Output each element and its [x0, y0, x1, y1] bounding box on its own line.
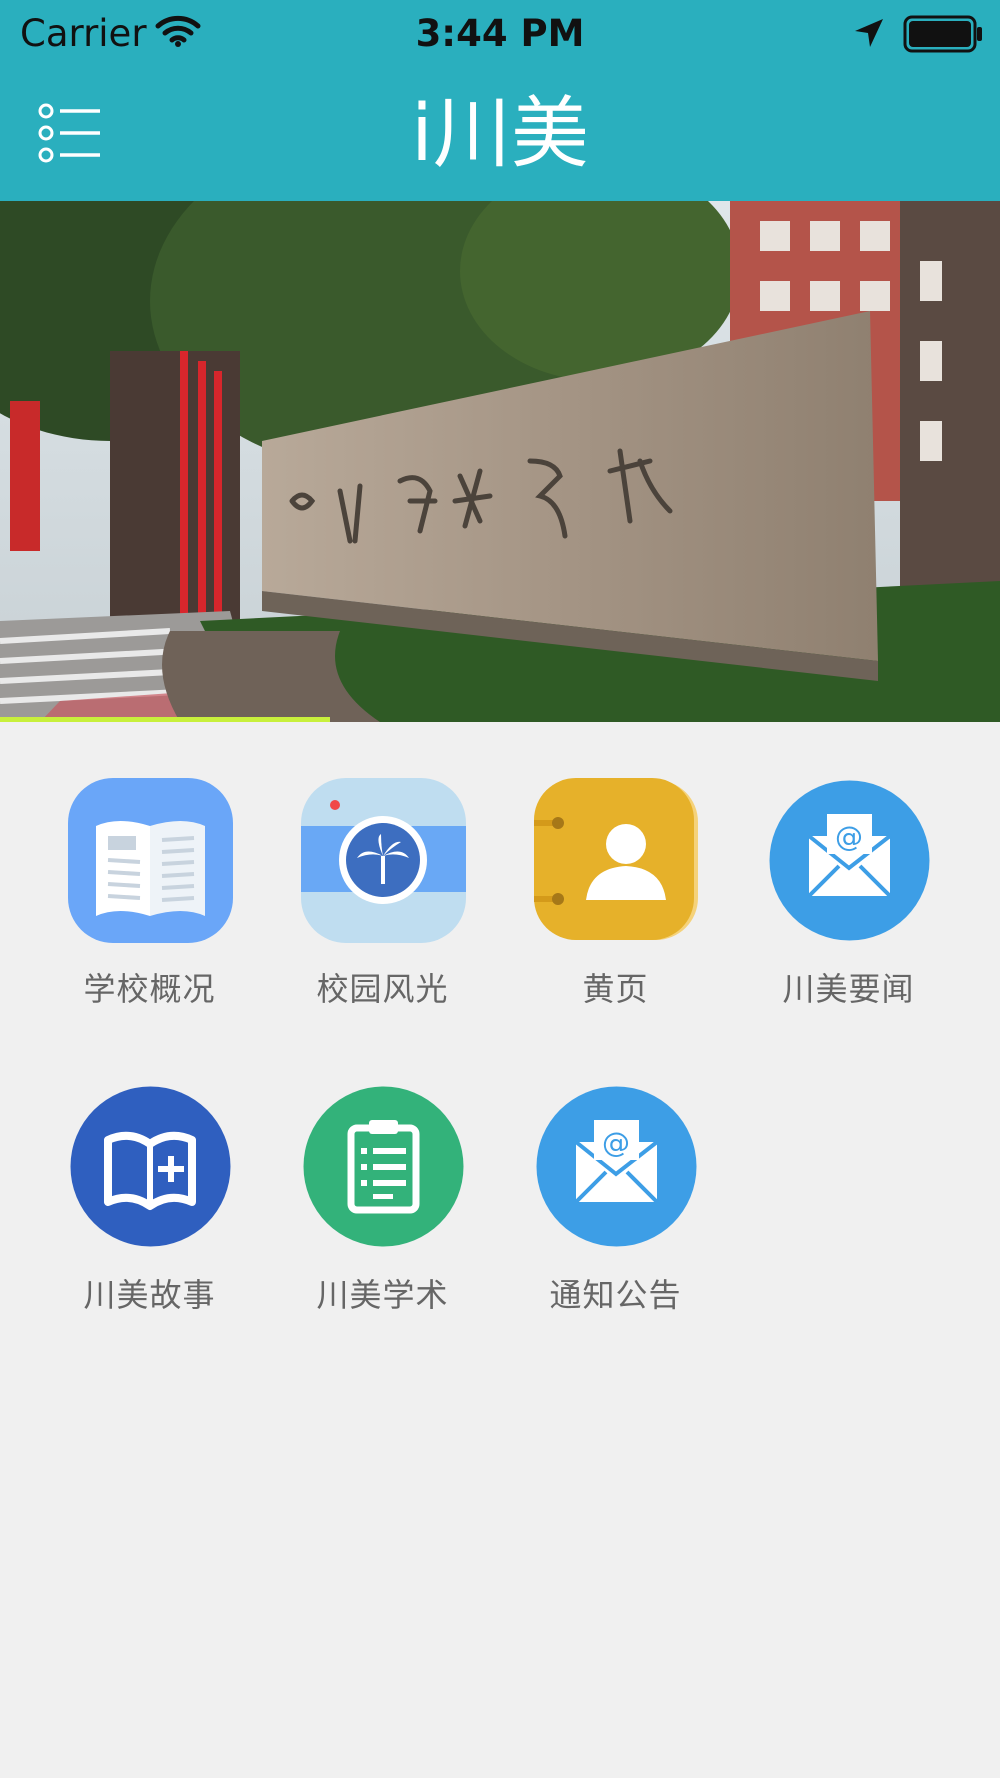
grid-item-academic[interactable]: 川美学术 [266, 1084, 499, 1344]
banner-carousel[interactable] [0, 201, 1000, 722]
svg-text:@: @ [835, 820, 863, 853]
open-book-icon [67, 778, 233, 943]
banner-progress-indicator [0, 717, 330, 722]
grid-item-label: 川美要闻 [782, 970, 915, 1008]
grid-item-news[interactable]: @ 川美要闻 [732, 778, 965, 1038]
grid-item-label: 川美学术 [316, 1276, 449, 1314]
grid-item-announcements[interactable]: @ 通知公告 [499, 1084, 732, 1344]
battery-icon [903, 14, 985, 58]
grid-item-yellow-pages[interactable]: 黄页 [499, 778, 732, 1038]
contacts-book-icon [531, 778, 699, 943]
grid-item-label: 学校概况 [83, 970, 216, 1008]
grid-item-label: 通知公告 [549, 1276, 682, 1314]
clock: 3:44 PM [415, 12, 585, 55]
mail-at-icon: @ [767, 778, 932, 943]
grid-item-label: 黄页 [582, 970, 649, 1008]
grid-item-label: 校园风光 [316, 970, 449, 1008]
svg-text:@: @ [602, 1126, 630, 1159]
campus-gate-stone-photo [0, 201, 1000, 722]
app-title: i川美 [411, 89, 589, 179]
status-bar: Carrier 3:44 PM [0, 0, 1000, 68]
book-plus-icon [68, 1084, 233, 1249]
mail-at-icon: @ [534, 1084, 699, 1249]
grid-item-stories[interactable]: 川美故事 [33, 1084, 266, 1344]
clipboard-icon [301, 1084, 466, 1249]
grid-item-label: 川美故事 [83, 1276, 216, 1314]
navigation-bar: i川美 [0, 68, 1000, 201]
grid-item-campus-scenery[interactable]: 校园风光 [266, 778, 499, 1038]
camera-palm-icon [300, 778, 466, 943]
grid-item-school-overview[interactable]: 学校概况 [33, 778, 266, 1038]
location-arrow-icon [852, 16, 886, 54]
